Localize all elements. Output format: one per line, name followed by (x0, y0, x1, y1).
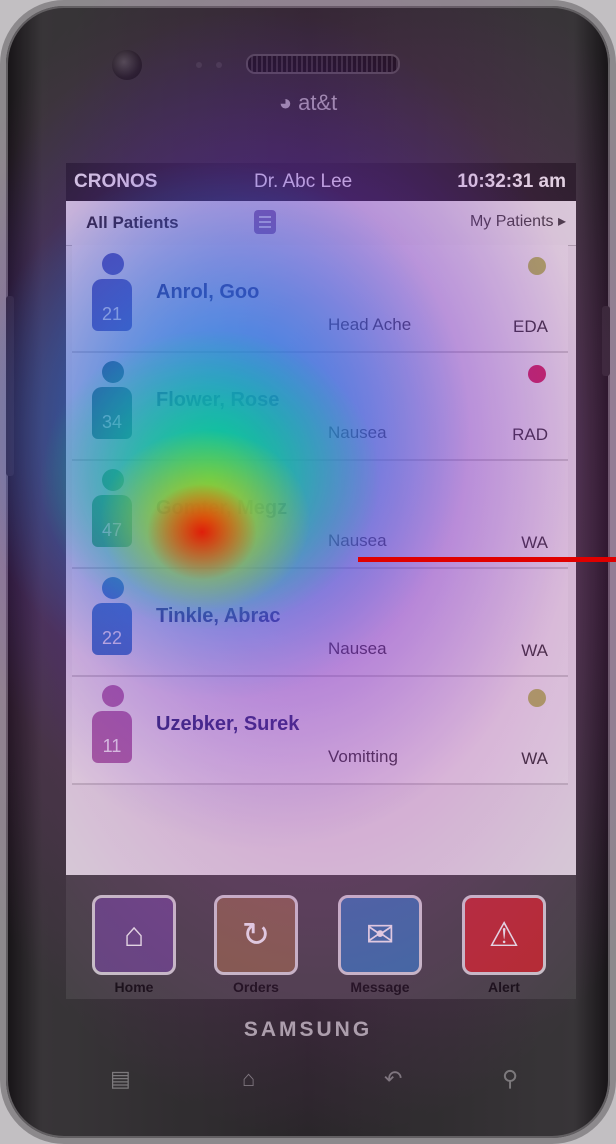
patient-department: RAD (512, 425, 548, 444)
patient-number: 34 (92, 387, 132, 439)
patient-avatar-icon: 11 (90, 685, 134, 775)
bottom-nav: ⌂ Home ↻ Orders ✉ Message ⚠ Alert (66, 875, 576, 999)
avatar-head (102, 469, 124, 491)
alert-label: Alert (488, 979, 520, 995)
patient-name: Tinkle, Abrac (156, 605, 281, 627)
patient-avatar-icon: 47 (90, 469, 134, 559)
patient-avatar-icon: 34 (90, 361, 134, 451)
envelope-icon[interactable]: ✉ (338, 895, 422, 975)
patient-name: Flower, Rose (156, 389, 280, 411)
avatar-head (102, 577, 124, 599)
tab-all-patients[interactable]: All Patients (86, 213, 179, 233)
front-camera (112, 50, 142, 80)
status-bar: CRONOS Dr. Abc Lee 10:32:31 am (66, 163, 576, 201)
patient-number: 11 (92, 711, 132, 763)
carrier-name: at&t (298, 90, 338, 115)
patient-row[interactable]: 34 Flower, Rose Nausea RAD (72, 353, 568, 461)
refresh-arrows-icon[interactable]: ↻ (214, 895, 298, 975)
avatar-head (102, 361, 124, 383)
carrier-logo: ◕ at&t (6, 90, 610, 116)
clock: 10:32:31 am (457, 171, 566, 192)
patient-complaint: Vomitting (328, 747, 398, 766)
patient-row[interactable]: 47 Gomter, Megz Nausea WA (72, 461, 568, 569)
home-label: Home (114, 979, 154, 995)
list-icon[interactable] (254, 210, 276, 234)
light-sensor (216, 62, 222, 68)
orders-button[interactable]: ↻ Orders (212, 895, 300, 999)
status-dot (528, 257, 546, 275)
earpiece-speaker (246, 54, 400, 74)
house-icon[interactable]: ⌂ (92, 895, 176, 975)
patient-row[interactable]: 11 Uzebker, Surek Vomitting WA (72, 677, 568, 785)
patient-name: Anrol, Goo (156, 281, 260, 303)
home-button[interactable]: ⌂ Home (90, 895, 178, 999)
patient-complaint: Nausea (328, 423, 387, 442)
alert-button[interactable]: ⚠ Alert (460, 895, 548, 999)
patient-number: 21 (92, 279, 132, 331)
message-button[interactable]: ✉ Message (336, 895, 424, 999)
home-key-icon[interactable]: ⌂ (242, 1066, 255, 1092)
red-marker-line (358, 557, 616, 562)
back-key-icon[interactable]: ↶ (384, 1066, 402, 1092)
tab-my-patients[interactable]: My Patients ▸ (470, 211, 566, 231)
status-dot (528, 365, 546, 383)
warning-triangle-icon[interactable]: ⚠ (462, 895, 546, 975)
phone-body: ◕ at&t CRONOS Dr. Abc Lee 10:32:31 am All… (6, 6, 610, 1138)
proximity-sensor (196, 62, 202, 68)
brand-logo: SAMSUNG (243, 1018, 373, 1041)
power-button (602, 306, 610, 376)
patient-tabs: All Patients My Patients ▸ (66, 201, 576, 246)
patient-number: 47 (92, 495, 132, 547)
patient-department: WA (521, 749, 548, 768)
patient-department: EDA (513, 317, 548, 336)
message-label: Message (350, 979, 410, 995)
menu-key-icon[interactable]: ▤ (110, 1066, 131, 1092)
patient-department: WA (521, 533, 548, 552)
app-name: CRONOS (74, 171, 158, 192)
avatar-head (102, 685, 124, 707)
patient-department: WA (521, 641, 548, 660)
patient-name: Gomter, Megz (156, 497, 288, 519)
avatar-head (102, 253, 124, 275)
patient-name: Uzebker, Surek (156, 713, 300, 735)
doctor-name: Dr. Abc Lee (254, 171, 353, 192)
patient-avatar-icon: 21 (90, 253, 134, 343)
volume-button (6, 296, 14, 476)
globe-icon: ◕ (278, 90, 293, 115)
patient-complaint: Nausea (328, 531, 387, 550)
patient-complaint: Nausea (328, 639, 387, 658)
patient-avatar-icon: 22 (90, 577, 134, 667)
patient-complaint: Head Ache (328, 315, 412, 334)
patient-row[interactable]: 21 Anrol, Goo Head Ache EDA (72, 245, 568, 353)
orders-label: Orders (233, 979, 279, 995)
search-key-icon[interactable]: ⚲ (502, 1066, 518, 1092)
patient-number: 22 (92, 603, 132, 655)
patient-row[interactable]: 22 Tinkle, Abrac Nausea WA (72, 569, 568, 677)
status-dot (528, 689, 546, 707)
screen: CRONOS Dr. Abc Lee 10:32:31 am All Patie… (66, 163, 576, 999)
